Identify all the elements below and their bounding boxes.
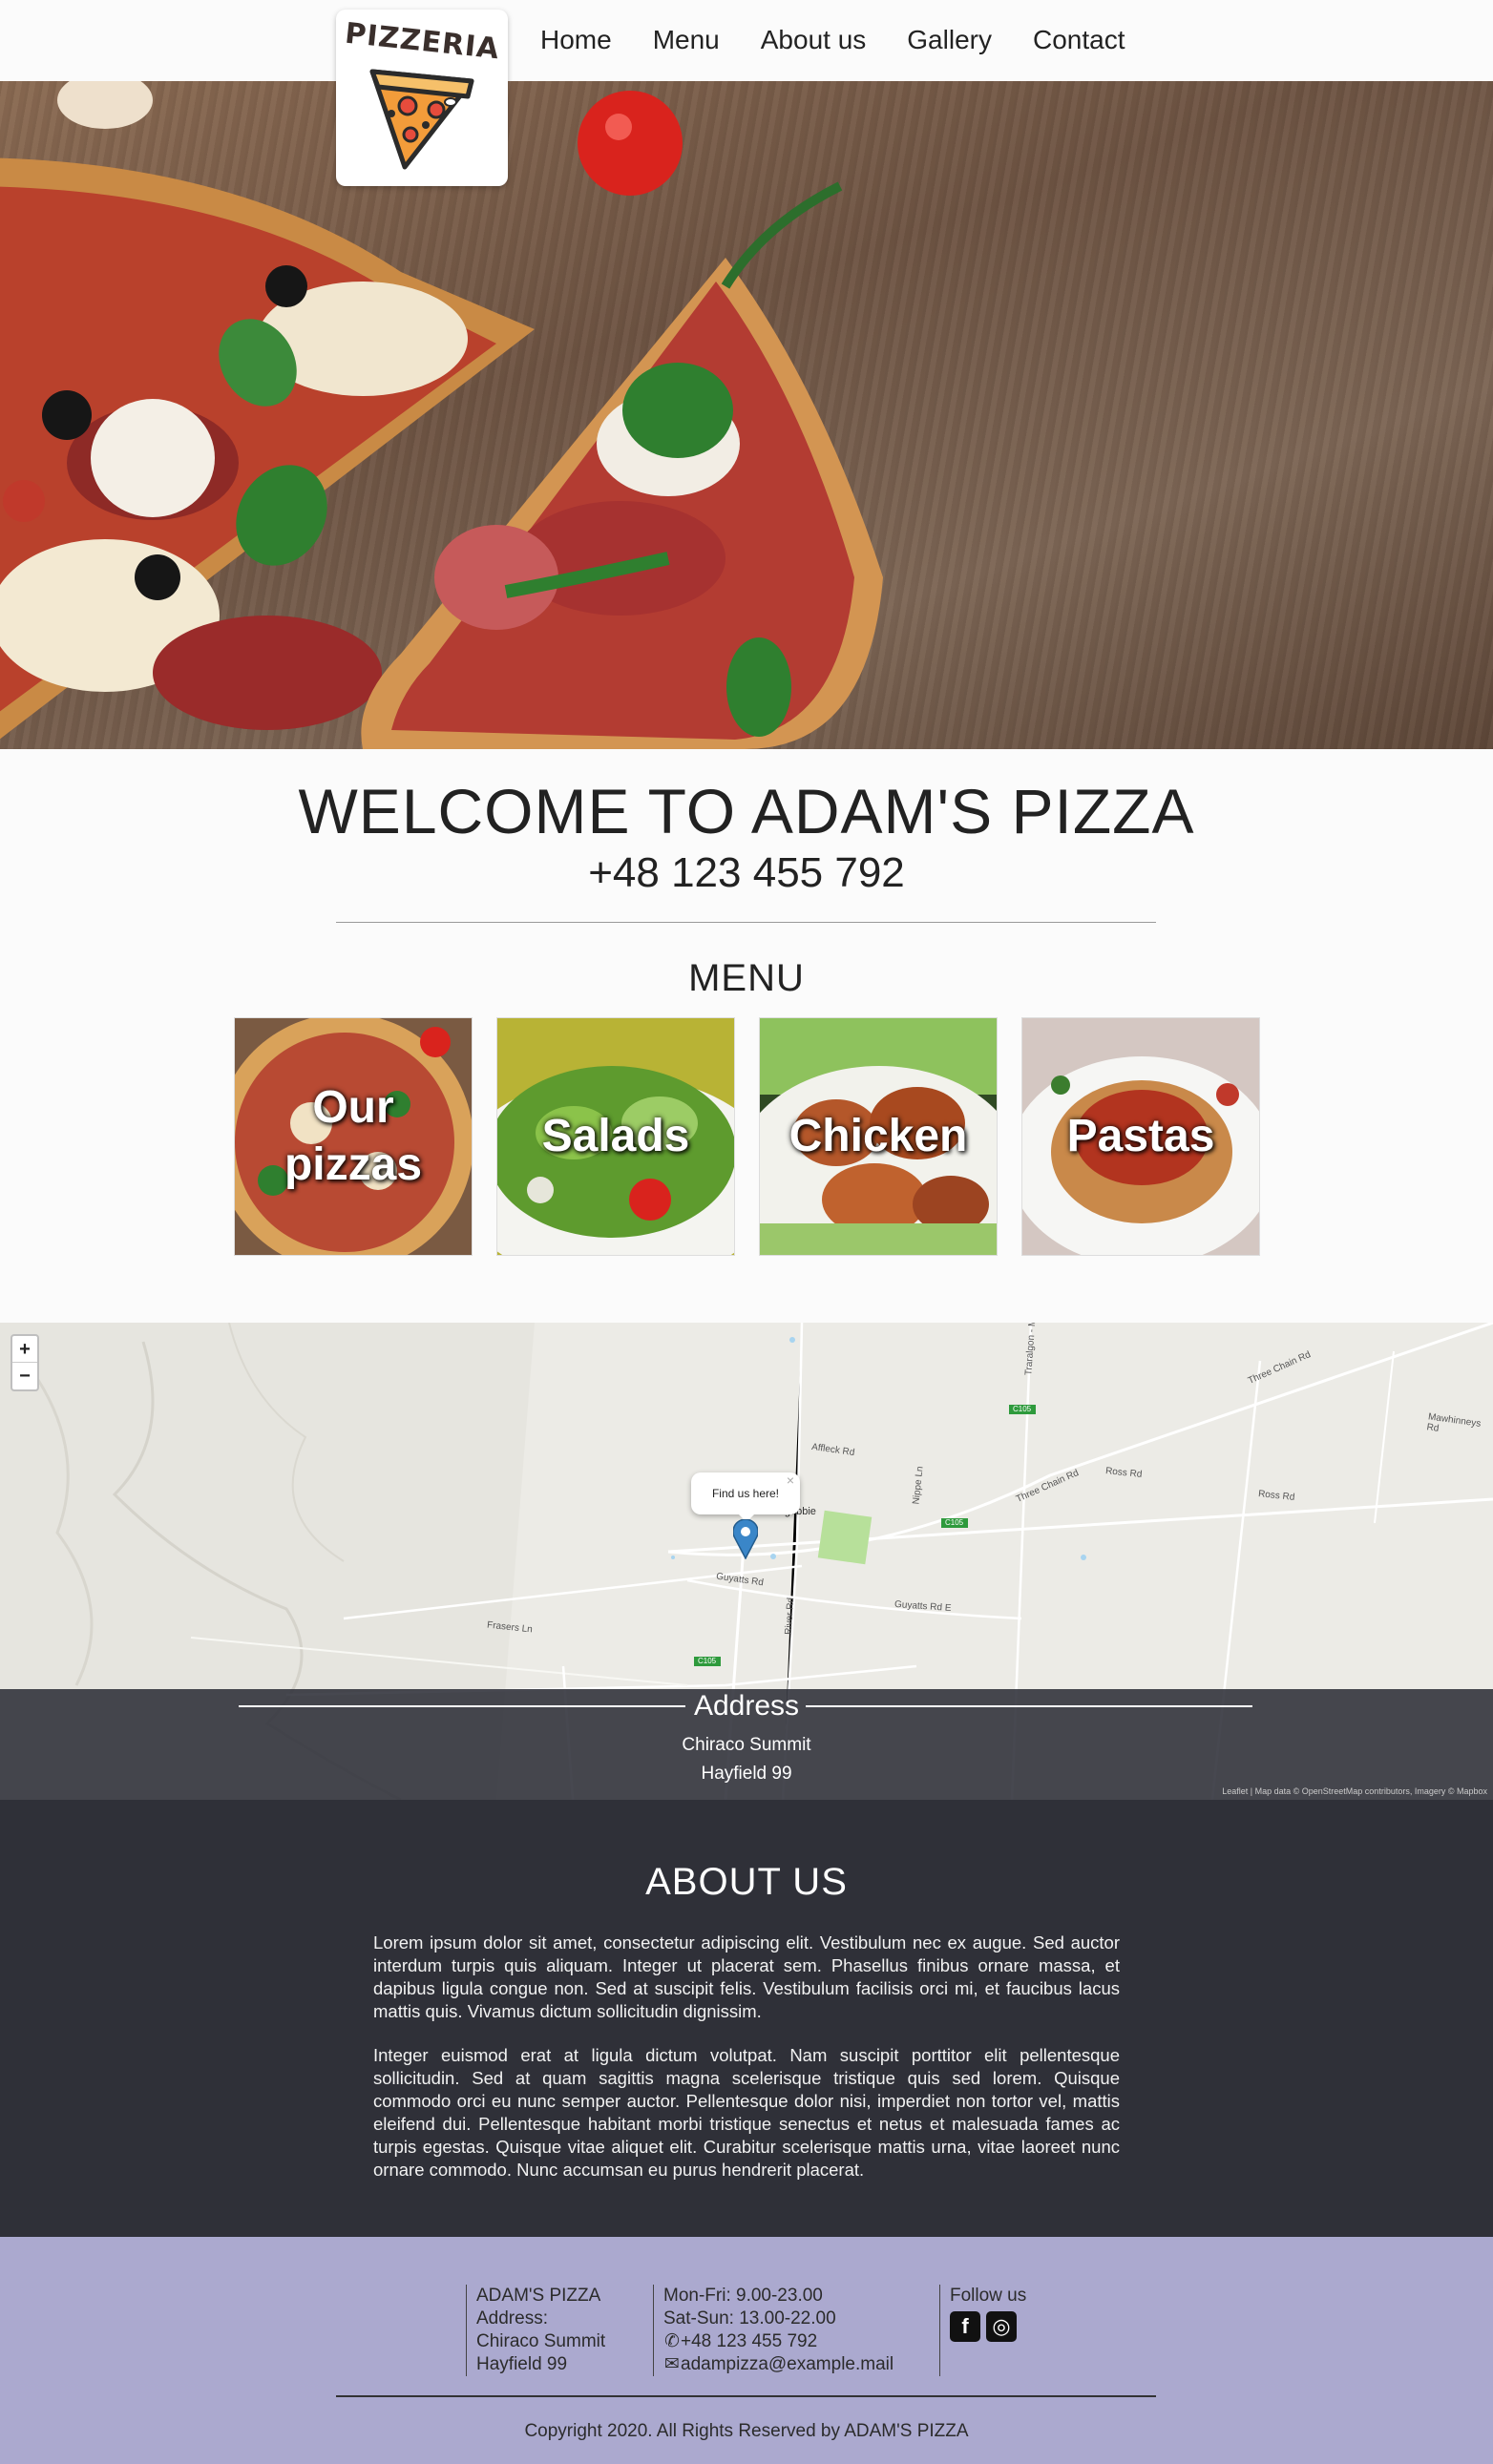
menu-tile-pizzas[interactable]: Our pizzas [234, 1017, 473, 1256]
map-label: C105 [945, 1518, 964, 1527]
map-label: Ross Rd [1104, 1466, 1143, 1480]
nav-about-link[interactable]: About us [761, 21, 867, 59]
logo-text: PIZZERIA [343, 16, 501, 67]
phone-icon: ✆ [664, 2331, 680, 2351]
footer-hours-column: Mon-Fri: 9.00-23.00 Sat-Sun: 13.00-22.00… [653, 2285, 930, 2376]
welcome-section: WELCOME TO ADAM'S PIZZA +48 123 455 792 [0, 778, 1493, 898]
map-label: River Rd [783, 1597, 797, 1636]
menu-title: MENU [688, 957, 805, 999]
map-label: C105 [1013, 1405, 1032, 1413]
nav-menu-link[interactable]: Menu [653, 21, 720, 59]
map-label: Mawhinneys Rd [1425, 1411, 1482, 1434]
map-zoom-control: + − [11, 1334, 39, 1391]
map-popup: Find us here! × [691, 1472, 800, 1522]
hero-pizza-image [0, 81, 1493, 749]
about-paragraph-2: Integer euismod erat at ligula dictum vo… [373, 2045, 1120, 2180]
map-label: Three Chain Rd [1014, 1468, 1081, 1505]
footer-phone-row: ✆+48 123 455 792 [663, 2330, 930, 2353]
menu-tile-pizzas-label: Our pizzas [284, 1082, 423, 1190]
menu-tile-chicken-label: Chicken [789, 1111, 968, 1161]
nav-gallery-link[interactable]: Gallery [907, 21, 992, 59]
address-band: Address Chiraco Summit Hayfield 99 [0, 1689, 1493, 1800]
map-label: C105 [698, 1657, 717, 1665]
map-label: Guyatts Rd [715, 1571, 765, 1589]
map-label: Frasers Ln [486, 1619, 534, 1636]
about-section: ABOUT US Lorem ipsum dolor sit amet, con… [0, 1800, 1493, 2237]
nav-home-link[interactable]: Home [540, 21, 612, 59]
footer-email-row: ✉adampizza@example.mail [663, 2353, 930, 2376]
menu-tiles: Our pizzas Salads Chicken Pastas [234, 1017, 1284, 1256]
map-label: Guyatts Rd E [894, 1598, 952, 1615]
address-line-1: Chiraco Summit [682, 1735, 811, 1755]
divider [336, 922, 1156, 923]
footer-contact-column: ADAM'S PIZZA Address: Chiraco Summit Hay… [466, 2285, 647, 2376]
footer-address-label: Address: [476, 2308, 548, 2328]
pizza-illustration [0, 81, 883, 749]
popup-close-button[interactable]: × [787, 1459, 794, 1501]
footer-social-column: Follow us f ◎ [939, 2285, 1063, 2376]
follow-us-label: Follow us [950, 2286, 1027, 2306]
about-title: ABOUT US [645, 1861, 848, 1903]
address-title: Address [693, 1690, 800, 1722]
map-label: Affleck Rd [810, 1441, 855, 1459]
footer-divider [336, 2395, 1156, 2397]
main-nav: Home Menu About us Gallery Contact [540, 21, 1166, 59]
social-icons: f ◎ [950, 2311, 1063, 2342]
about-paragraph-1: Lorem ipsum dolor sit amet, consectetur … [373, 1932, 1120, 2021]
pizzeria-logo[interactable]: PIZZERIA [336, 10, 508, 186]
footer-hours-weekday: Mon-Fri: 9.00-23.00 [663, 2286, 823, 2306]
map-label: Traralgon - M [1023, 1323, 1039, 1376]
footer: ADAM'S PIZZA Address: Chiraco Summit Hay… [0, 2237, 1493, 2464]
menu-tile-salads[interactable]: Salads [496, 1017, 735, 1256]
map-attribution[interactable]: Leaflet | Map data © OpenStreetMap contr… [1222, 1786, 1487, 1796]
menu-tile-salads-label: Salads [541, 1111, 690, 1161]
map-label: Ross Rd [1257, 1489, 1295, 1503]
footer-phone[interactable]: +48 123 455 792 [681, 2331, 817, 2351]
envelope-icon: ✉ [664, 2354, 680, 2374]
footer-hours-weekend: Sat-Sun: 13.00-22.00 [663, 2308, 836, 2328]
welcome-phone: +48 123 455 792 [588, 849, 905, 896]
menu-tile-chicken[interactable]: Chicken [759, 1017, 998, 1256]
instagram-icon[interactable]: ◎ [986, 2311, 1017, 2342]
map-label: Three Chain Rd [1246, 1349, 1313, 1387]
map-popup-text: Find us here! [711, 1487, 780, 1500]
menu-tile-pastas[interactable]: Pastas [1021, 1017, 1260, 1256]
menu-tile-pastas-label: Pastas [1066, 1111, 1215, 1161]
top-navigation-bar: Home Menu About us Gallery Contact [0, 0, 1493, 81]
welcome-title: WELCOME TO ADAM'S PIZZA [298, 776, 1195, 846]
footer-brand: ADAM'S PIZZA [476, 2286, 601, 2306]
copyright: Copyright 2020. All Rights Reserved by A… [524, 2421, 969, 2441]
map-label: Nippe Ln [911, 1466, 926, 1505]
facebook-icon[interactable]: f [950, 2311, 980, 2342]
zoom-out-button[interactable]: − [12, 1363, 37, 1389]
address-line-2: Hayfield 99 [701, 1764, 792, 1784]
zoom-in-button[interactable]: + [12, 1336, 37, 1363]
footer-address-line-1: Chiraco Summit [476, 2331, 606, 2351]
footer-address-line-2: Hayfield 99 [476, 2354, 568, 2374]
pizza-slice-icon [369, 69, 474, 170]
map-marker-icon[interactable] [733, 1519, 758, 1559]
nav-contact-link[interactable]: Contact [1033, 21, 1125, 59]
footer-email[interactable]: adampizza@example.mail [681, 2354, 894, 2374]
